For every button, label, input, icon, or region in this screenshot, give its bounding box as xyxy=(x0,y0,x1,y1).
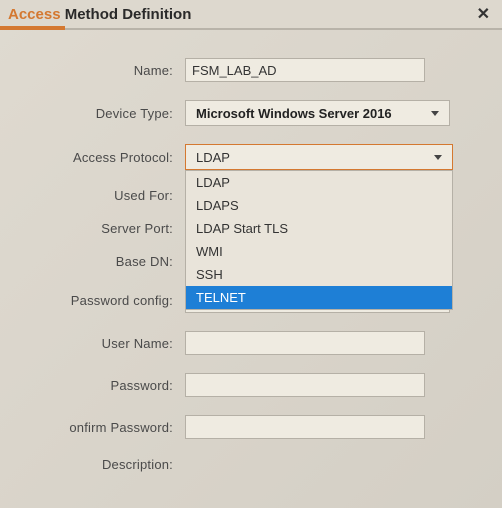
access-protocol-option[interactable]: LDAP xyxy=(186,171,452,194)
label-password: Password: xyxy=(10,378,185,393)
label-used-for: Used For: xyxy=(10,188,185,203)
label-base-dn: Base DN: xyxy=(10,254,185,269)
access-protocol-dropdown: LDAPLDAPSLDAP Start TLSWMISSHTELNET xyxy=(185,170,453,310)
title-rest: Method Definition xyxy=(61,6,192,23)
name-input[interactable] xyxy=(185,58,425,82)
chevron-down-icon xyxy=(434,155,442,160)
password-input[interactable] xyxy=(185,373,425,397)
access-protocol-option[interactable]: LDAP Start TLS xyxy=(186,217,452,240)
label-name: Name: xyxy=(10,63,185,78)
access-protocol-option[interactable]: LDAPS xyxy=(186,194,452,217)
label-description: Description: xyxy=(10,457,185,472)
access-protocol-option[interactable]: TELNET xyxy=(186,286,452,309)
access-protocol-select[interactable]: LDAP xyxy=(185,144,453,170)
chevron-down-icon xyxy=(431,111,439,116)
label-user-name: User Name: xyxy=(10,336,185,351)
access-protocol-option[interactable]: WMI xyxy=(186,240,452,263)
access-protocol-option[interactable]: SSH xyxy=(186,263,452,286)
close-button[interactable]: ✕ xyxy=(473,4,494,24)
dialog-title: Access Method Definition xyxy=(8,6,191,23)
device-type-select[interactable]: Microsoft Windows Server 2016 xyxy=(185,100,450,126)
device-type-value: Microsoft Windows Server 2016 xyxy=(196,106,392,121)
access-method-definition-dialog: Access Method Definition ✕ Name: Device … xyxy=(0,0,502,508)
title-accent: Access xyxy=(8,6,61,23)
label-server-port: Server Port: xyxy=(10,221,185,236)
access-protocol-value: LDAP xyxy=(196,150,230,165)
user-name-input[interactable] xyxy=(185,331,425,355)
confirm-password-input[interactable] xyxy=(185,415,425,439)
label-confirm-password: onfirm Password: xyxy=(10,420,185,435)
label-access-protocol: Access Protocol: xyxy=(10,150,185,165)
label-password-config: Password config: xyxy=(10,293,185,308)
titlebar: Access Method Definition ✕ xyxy=(0,0,502,30)
form-body: Name: Device Type: Microsoft Windows Ser… xyxy=(0,30,502,500)
label-device-type: Device Type: xyxy=(10,106,185,121)
